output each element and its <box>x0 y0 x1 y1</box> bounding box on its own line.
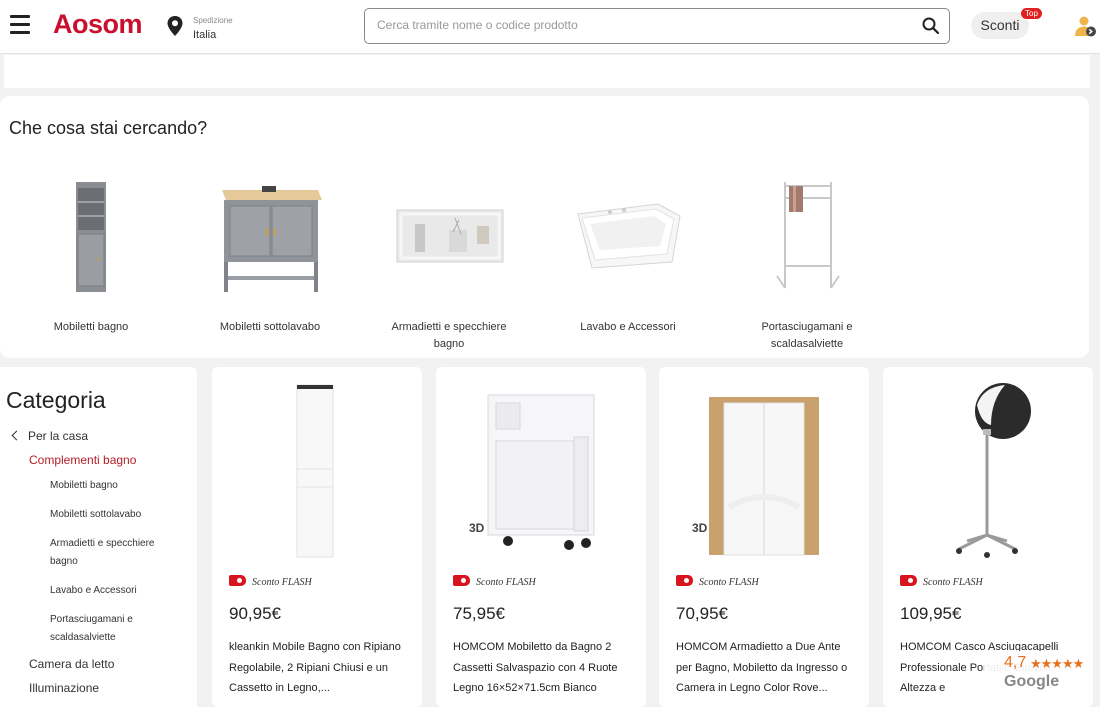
product-image <box>956 383 1031 558</box>
tall-cabinet-image <box>76 182 106 292</box>
towel-rack-image <box>776 182 840 289</box>
top-strip <box>4 55 1090 88</box>
category-item-mobiletti-sottolavabo[interactable]: Mobiletti sottolavabo <box>180 176 360 336</box>
sink-cabinet-image <box>222 186 322 292</box>
product-title[interactable]: HOMCOM Armadietto a Due Ante per Bagno, … <box>676 637 856 699</box>
location-pin-icon[interactable] <box>166 15 184 37</box>
sidebar-subitem-portasciugamani[interactable]: Portasciugamani e scaldasalviette <box>50 611 150 647</box>
menu-icon[interactable] <box>10 15 30 35</box>
flash-label: Sconto FLASH <box>923 577 983 588</box>
price-tag-icon <box>900 575 917 586</box>
site-header: Aosom Spedizione Italia Sconti Top <box>0 0 1100 54</box>
flash-sale-tag: Sconto FLASH <box>229 574 312 588</box>
google-logo: Google <box>1004 673 1060 690</box>
sidebar-item-illuminazione[interactable]: Illuminazione <box>29 681 99 695</box>
product-image <box>296 384 334 558</box>
category-item-lavabo-accessori[interactable]: Lavabo e Accessori <box>538 176 718 336</box>
category-label: Armadietti e specchiere bagno <box>391 321 507 350</box>
category-label: Lavabo e Accessori <box>580 321 676 333</box>
product-image <box>709 397 819 556</box>
shipping-label: Spedizione <box>193 16 233 25</box>
search-icon[interactable] <box>921 16 941 36</box>
product-title[interactable]: HOMCOM Mobiletto da Bagno 2 Cassetti Sal… <box>453 637 633 699</box>
price-tag-icon <box>229 575 246 586</box>
google-rating-widget[interactable]: 4,7 ★★★★★ Google <box>984 651 1090 695</box>
chevron-left-icon <box>11 430 22 441</box>
sidebar-title: Categoria <box>6 387 106 413</box>
price-tag-icon <box>676 575 693 586</box>
rating-score: 4,7 <box>1004 654 1027 671</box>
user-account-icon[interactable] <box>1073 14 1097 38</box>
rating-stars-icon: ★★★★★ <box>1030 656 1084 671</box>
3d-view-badge[interactable]: 3D <box>469 521 484 535</box>
sidebar-subitem-mobiletti-sottolavabo[interactable]: Mobiletti sottolavabo <box>50 506 190 524</box>
product-image <box>487 394 595 550</box>
category-label: Portasciugamani e scaldasalviette <box>761 321 853 350</box>
product-title[interactable]: kleankin Mobile Bagno con Ripiano Regola… <box>229 637 409 699</box>
category-label: Mobiletti sottolavabo <box>219 321 321 333</box>
top-badge: Top <box>1021 8 1042 19</box>
sidebar-back-label: Per la casa <box>28 429 89 443</box>
category-label: Mobiletti bagno <box>53 321 129 333</box>
sink-image <box>577 203 681 269</box>
flash-sale-tag: Sconto FLASH <box>676 574 759 588</box>
category-item-portasciugamani[interactable]: Portasciugamani e scaldasalviette <box>717 176 897 353</box>
product-price: 90,95€ <box>229 604 281 623</box>
3d-view-badge[interactable]: 3D <box>692 521 707 535</box>
product-price: 109,95€ <box>900 604 962 623</box>
category-section-title: Che cosa stai cercando? <box>9 118 208 138</box>
category-sidebar: Categoria Per la casa Complementi bagno … <box>0 367 197 707</box>
led-mirror-image <box>396 209 504 263</box>
category-carousel: Che cosa stai cercando? Mobiletti bagno … <box>0 96 1089 358</box>
flash-sale-tag: Sconto FLASH <box>900 574 983 588</box>
product-card[interactable]: Sconto FLASH 90,95€ kleankin Mobile Bagn… <box>212 367 422 707</box>
sidebar-back-link[interactable]: Per la casa <box>11 429 89 443</box>
search-bar <box>364 8 950 44</box>
flash-label: Sconto FLASH <box>252 577 312 588</box>
flash-sale-tag: Sconto FLASH <box>453 574 536 588</box>
shipping-country[interactable]: Italia <box>193 29 216 41</box>
product-price: 70,95€ <box>676 604 728 623</box>
sidebar-item-complementi-bagno[interactable]: Complementi bagno <box>29 453 136 467</box>
product-price: 75,95€ <box>453 604 505 623</box>
search-input[interactable] <box>377 18 897 32</box>
product-card[interactable]: 3D Sconto FLASH 70,95€ HOMCOM Armadietto… <box>659 367 869 707</box>
flash-label: Sconto FLASH <box>476 577 536 588</box>
sidebar-subitem-mobiletti-bagno[interactable]: Mobiletti bagno <box>50 477 190 495</box>
category-item-mobiletti-bagno[interactable]: Mobiletti bagno <box>1 176 181 336</box>
aosom-logo[interactable]: Aosom <box>53 9 143 40</box>
sidebar-subitem-armadietti[interactable]: Armadietti e specchiere bagno <box>50 535 175 571</box>
price-tag-icon <box>453 575 470 586</box>
sidebar-subitem-lavabo[interactable]: Lavabo e Accessori <box>50 582 190 600</box>
category-item-armadietti-specchiere[interactable]: Armadietti e specchiere bagno <box>359 176 539 353</box>
flash-label: Sconto FLASH <box>699 577 759 588</box>
sidebar-item-camera-da-letto[interactable]: Camera da letto <box>29 657 114 671</box>
sconti-button[interactable]: Sconti <box>971 12 1029 39</box>
product-card[interactable]: 3D Sconto FLASH 75,95€ HOMCOM Mobiletto … <box>436 367 646 707</box>
